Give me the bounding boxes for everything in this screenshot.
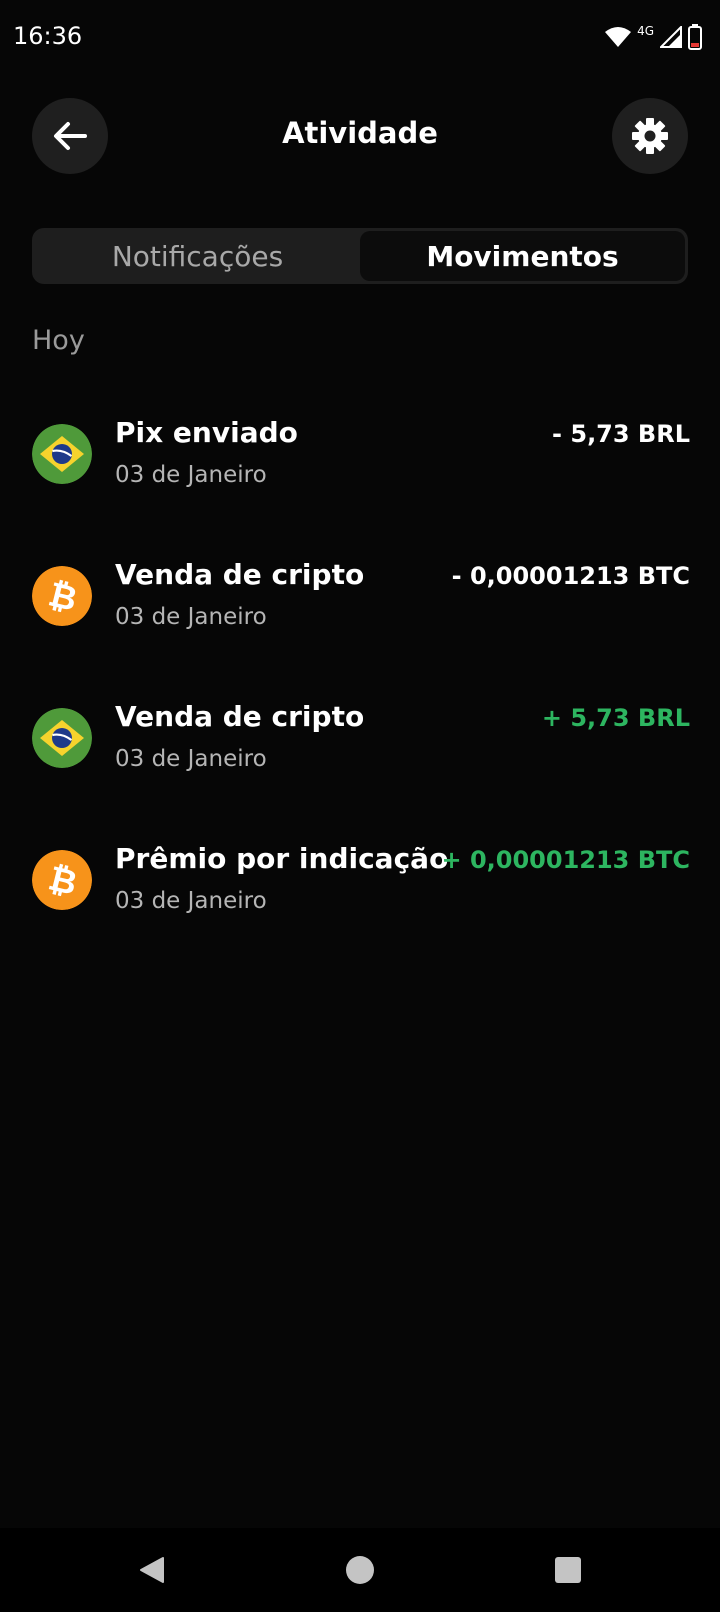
transaction-amount: - 0,00001213 BTC: [451, 562, 690, 590]
transaction-list: Pix enviado 03 de Janeiro - 5,73 BRL ₿ V…: [0, 400, 720, 968]
transaction-date: 03 de Janeiro: [115, 888, 267, 914]
header: Atividade: [0, 98, 720, 178]
settings-button[interactable]: [612, 98, 688, 174]
section-label-today: Hoy: [32, 325, 85, 356]
transaction-row[interactable]: ₿ Venda de cripto 03 de Janeiro - 0,0000…: [0, 542, 720, 684]
network-type-label: 4G: [637, 24, 654, 38]
signal-icon: [660, 26, 682, 48]
segmented-tabs: Notificações Movimentos: [32, 228, 688, 284]
square-recents-icon: [555, 1557, 581, 1583]
bitcoin-icon: ₿: [32, 850, 92, 910]
transaction-row[interactable]: Pix enviado 03 de Janeiro - 5,73 BRL: [0, 400, 720, 542]
bitcoin-icon: ₿: [32, 566, 92, 626]
transaction-title: Pix enviado: [115, 416, 298, 449]
transaction-amount: + 0,00001213 BTC: [441, 846, 690, 874]
status-icons: 4G: [605, 22, 702, 52]
triangle-back-icon: [140, 1557, 164, 1583]
transaction-title: Venda de cripto: [115, 558, 365, 591]
nav-home-button[interactable]: [310, 1528, 410, 1612]
status-bar: 16:36 4G: [0, 0, 720, 80]
circle-home-icon: [346, 1556, 374, 1584]
transaction-row[interactable]: Venda de cripto 03 de Janeiro + 5,73 BRL: [0, 684, 720, 826]
transaction-amount: - 5,73 BRL: [552, 420, 690, 448]
tab-movimentos[interactable]: Movimentos: [360, 231, 685, 281]
transaction-title: Prêmio por indicação: [115, 842, 449, 875]
wifi-icon: [605, 27, 632, 47]
transaction-amount: + 5,73 BRL: [541, 704, 690, 732]
transaction-title: Venda de cripto: [115, 700, 365, 733]
transaction-date: 03 de Janeiro: [115, 462, 267, 488]
nav-back-button[interactable]: [102, 1528, 202, 1612]
transaction-row[interactable]: ₿ Prêmio por indicação 03 de Janeiro + 0…: [0, 826, 720, 968]
system-nav-bar: [0, 1528, 720, 1612]
status-time: 16:36: [13, 22, 83, 50]
tab-notificacoes[interactable]: Notificações: [35, 231, 360, 281]
transaction-date: 03 de Janeiro: [115, 746, 267, 772]
transaction-date: 03 de Janeiro: [115, 604, 267, 630]
nav-recents-button[interactable]: [518, 1528, 618, 1612]
brazil-flag-icon: [32, 424, 92, 484]
gear-icon: [632, 118, 668, 154]
battery-icon: [688, 24, 702, 50]
brazil-flag-icon: [32, 708, 92, 768]
